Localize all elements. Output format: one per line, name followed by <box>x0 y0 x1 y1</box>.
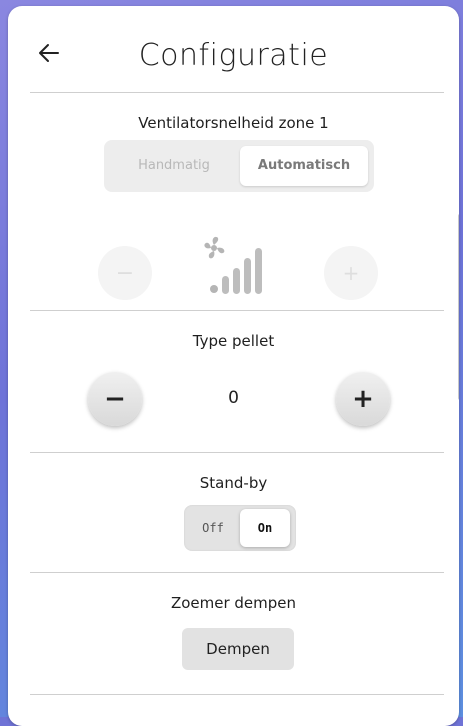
divider <box>30 452 444 453</box>
fan-blades-icon <box>204 236 225 259</box>
plus-icon: + <box>352 384 374 414</box>
pellet-increase-button[interactable]: + <box>336 372 390 426</box>
standby-off-option[interactable]: Off <box>190 511 236 545</box>
page-title: Configuratie <box>138 38 329 73</box>
pellet-type-value: 0 <box>228 388 239 408</box>
divider <box>30 572 444 573</box>
fan-speed-icon <box>204 236 262 294</box>
minus-icon: − <box>115 260 135 286</box>
standby-on-option[interactable]: On <box>240 509 290 547</box>
fan-mode-segmented-control: Handmatig Automatisch <box>104 140 374 192</box>
scrollbar[interactable] <box>458 214 459 400</box>
fan-zone1-label: Ventilatorsnelheid zone 1 <box>138 114 329 132</box>
header: Configuratie <box>8 6 459 92</box>
divider <box>30 310 444 311</box>
divider <box>30 694 444 695</box>
configuration-card: Configuratie Ventilatorsnelheid zone 1 H… <box>8 6 459 726</box>
pellet-type-label: Type pellet <box>192 332 275 350</box>
fan-increase-button[interactable]: + <box>324 246 378 300</box>
buzzer-mute-label: Zoemer dempen <box>170 594 297 612</box>
mute-button[interactable]: Dempen <box>182 628 294 670</box>
standby-label: Stand-by <box>199 474 268 492</box>
mode-automatic-button[interactable]: Automatisch <box>240 146 368 186</box>
standby-toggle: Off On <box>184 505 296 551</box>
divider <box>30 92 444 93</box>
plus-icon: + <box>342 261 360 285</box>
mode-manual-button[interactable]: Handmatig <box>110 146 238 186</box>
fan-decrease-button[interactable]: − <box>98 246 152 300</box>
